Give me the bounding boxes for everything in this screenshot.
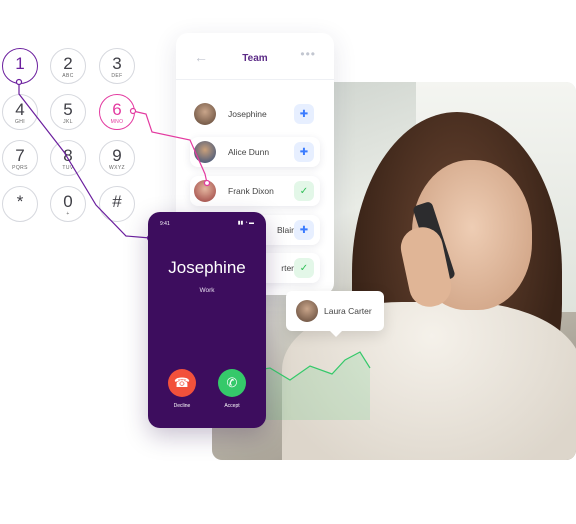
accept-label: Accept bbox=[224, 403, 240, 409]
caller-label: Work bbox=[199, 287, 215, 294]
status-time: 9:41 bbox=[160, 221, 170, 227]
team-member-row[interactable]: Alice Dunn ✚ bbox=[190, 137, 320, 167]
phone-icon: ✆ bbox=[226, 375, 238, 390]
dial-digit: 3 bbox=[112, 54, 122, 73]
dial-key-0[interactable]: 0 + bbox=[50, 186, 86, 222]
dial-key-2[interactable]: 2 ABC bbox=[50, 48, 86, 84]
dial-letters: GHI bbox=[14, 119, 26, 125]
avatar bbox=[296, 300, 318, 322]
dial-digit: 2 bbox=[63, 54, 73, 73]
dial-key-4[interactable]: 4 GHI bbox=[2, 94, 38, 130]
dial-digit: 1 bbox=[15, 54, 25, 73]
dial-digit: 6 bbox=[112, 100, 122, 119]
dial-letters: WXYZ bbox=[108, 165, 126, 171]
dial-digit: # bbox=[112, 192, 122, 211]
member-name: Josephine bbox=[228, 109, 267, 119]
dial-key-8[interactable]: 8 TUV bbox=[50, 140, 86, 176]
dial-digit: 9 bbox=[112, 146, 122, 165]
team-member-row[interactable]: Josephine ✚ bbox=[190, 99, 320, 129]
dial-digit: 7 bbox=[15, 146, 25, 165]
avatar bbox=[194, 141, 216, 163]
dial-key-5[interactable]: 5 JKL bbox=[50, 94, 86, 130]
member-name: Alice Dunn bbox=[228, 147, 270, 157]
accept-button[interactable]: ✆ bbox=[218, 369, 246, 397]
dial-letters: + bbox=[66, 211, 70, 217]
dial-letters: ABC bbox=[62, 73, 74, 79]
dial-key-1[interactable]: 1 bbox=[2, 48, 38, 84]
check-icon[interactable]: ✓ bbox=[294, 181, 314, 201]
decline-button[interactable]: ☎ bbox=[168, 369, 196, 397]
team-member-row[interactable]: Frank Dixon ✓ bbox=[190, 176, 320, 206]
dial-digit: 5 bbox=[63, 100, 73, 119]
dial-letters: PQRS bbox=[12, 165, 28, 171]
dial-letters: JKL bbox=[63, 119, 73, 125]
dial-key-3[interactable]: 3 DEF bbox=[99, 48, 135, 84]
decline-label: Decline bbox=[173, 403, 191, 409]
dial-key-6[interactable]: 6 MNO bbox=[99, 94, 135, 130]
avatar bbox=[194, 180, 216, 202]
incoming-call-screen: 9:41 ▮▮ ◔ ▬ Josephine Work ☎ Decline ✆ A… bbox=[148, 212, 266, 428]
avatar bbox=[194, 103, 216, 125]
dial-digit: 0 bbox=[63, 192, 73, 211]
dial-digit: * bbox=[16, 192, 24, 211]
contact-tooltip: Laura Carter bbox=[286, 291, 384, 337]
dial-letters: MNO bbox=[110, 119, 124, 125]
dial-key-7[interactable]: 7 PQRS bbox=[2, 140, 38, 176]
dial-key-star[interactable]: * bbox=[2, 186, 38, 222]
dial-letters: TUV bbox=[62, 165, 74, 171]
add-user-icon[interactable]: ✚ bbox=[294, 104, 314, 124]
dial-digit: 4 bbox=[15, 100, 25, 119]
dial-letters: DEF bbox=[111, 73, 123, 79]
team-header: ← Team ••• bbox=[176, 33, 334, 80]
check-icon[interactable]: ✓ bbox=[294, 258, 314, 278]
member-name: Frank Dixon bbox=[228, 186, 274, 196]
phone-hangup-icon: ☎ bbox=[173, 375, 191, 390]
caller-name: Josephine bbox=[168, 258, 246, 277]
dial-digit: 8 bbox=[63, 146, 73, 165]
status-bar-icons: ▮▮ ◔ ▬ bbox=[237, 220, 254, 226]
tooltip-name: Laura Carter bbox=[324, 306, 372, 316]
add-user-icon[interactable]: ✚ bbox=[294, 142, 314, 162]
dial-key-hash[interactable]: # bbox=[99, 186, 135, 222]
add-user-icon[interactable]: ✚ bbox=[294, 220, 314, 240]
more-horizontal-icon[interactable]: ••• bbox=[300, 47, 316, 61]
dial-key-9[interactable]: 9 WXYZ bbox=[99, 140, 135, 176]
